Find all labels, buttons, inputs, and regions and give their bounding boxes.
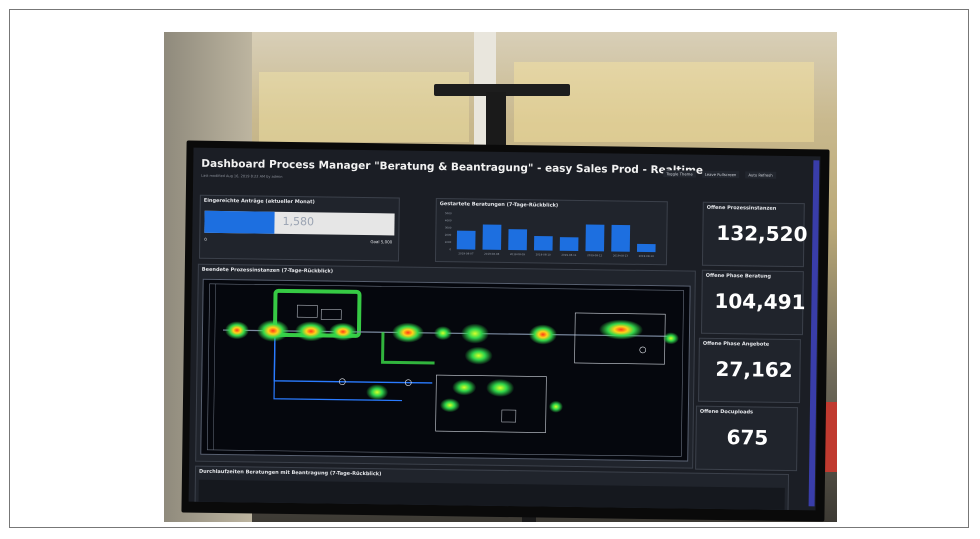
header-controls: Toggle Theme Leave Fullscreen Auto Refre… <box>663 170 776 179</box>
gestartete-title: Gestartete Beratungen (7-Tage-Rückblick) <box>439 201 559 209</box>
bar <box>611 224 631 252</box>
stat-label: Offene Docuploads <box>699 408 754 416</box>
auto-refresh-button[interactable]: Auto Refresh <box>745 171 776 179</box>
stat-value: 27,162 <box>715 356 793 383</box>
y-tick-label: 3000 <box>445 226 452 230</box>
scrollbar[interactable] <box>808 160 820 507</box>
leave-fullscreen-button[interactable]: Leave Fullscreen <box>701 170 740 179</box>
y-tick-label: 5000 <box>445 211 452 215</box>
gestartete-bar-chart: 0 1000 2000 3000 4000 5000 2019-08-07 2019-08-0… <box>445 211 656 258</box>
durchlauf-chart <box>198 479 785 510</box>
stat-offene-docuploads: Offene Docuploads 675 <box>695 405 798 472</box>
stat-label: Offene Prozessinstanzen <box>706 204 777 212</box>
stat-value: 675 <box>726 425 769 450</box>
goal-gauge-fill <box>204 210 275 234</box>
window-light <box>259 72 469 142</box>
durchlauf-title: Durchlaufzeiten Beratungen mit Beantragu… <box>198 468 382 478</box>
image-frame: rt. ıa Dashboard Process Manager "Beratu… <box>9 9 969 528</box>
goal-gauge-value: 1,580 <box>282 214 315 229</box>
x-tick-label: 2019-08-10 <box>536 252 551 256</box>
y-tick-label: 1000 <box>445 240 452 244</box>
x-tick-label: 2019-08-12 <box>587 253 602 257</box>
bar <box>559 237 579 252</box>
x-tick-label: 2019-08-11 <box>561 253 576 257</box>
x-tick-label: 2019-08-13 <box>613 253 628 257</box>
stat-label: Offene Phase Beratung <box>705 272 772 280</box>
x-tick-label: 2019-08-08 <box>484 252 499 256</box>
y-tick-label: 2000 <box>445 233 452 237</box>
stat-value: 132,520 <box>716 220 808 247</box>
gestartete-panel: Gestartete Beratungen (7-Tage-Rückblick)… <box>434 198 668 266</box>
window-light-right <box>514 62 814 142</box>
stat-offene-phase-beratung: Offene Phase Beratung 104,491 <box>700 269 806 336</box>
y-tick-label: 4000 <box>445 218 452 222</box>
goal-gauge-goal: Goal 5,000 <box>370 239 393 245</box>
stat-value: 104,491 <box>714 288 806 315</box>
process-heatmap <box>200 278 691 462</box>
dashboard-subtitle: Last modified Aug 16, 2019 8:22 AM by ad… <box>201 173 283 179</box>
tv-monitor: Dashboard Process Manager "Beratung & Be… <box>181 140 830 522</box>
x-tick-label: 2019-08-07 <box>458 251 473 255</box>
bar <box>482 224 502 250</box>
beendete-panel: Beendete Prozessinstanzen (7-Tage-Rückbl… <box>195 263 696 469</box>
bar <box>508 229 528 251</box>
dashboard-screen: Dashboard Process Manager "Beratung & Be… <box>188 147 821 511</box>
beendete-title: Beendete Prozessinstanzen (7-Tage-Rückbl… <box>201 266 334 275</box>
goal-gauge-min: 0 <box>204 236 207 242</box>
eingereichte-panel: Eingereichte Anträge (aktueller Monat) 1… <box>198 194 400 262</box>
toggle-theme-button[interactable]: Toggle Theme <box>663 170 696 178</box>
bar <box>636 243 656 253</box>
eingereichte-title: Eingereichte Anträge (aktueller Monat) <box>203 197 315 206</box>
stat-offene-phase-angebote: Offene Phase Angebote 27,162 <box>698 337 801 404</box>
bar <box>585 224 605 252</box>
bar <box>533 235 553 251</box>
bar <box>456 230 476 250</box>
stat-offene-prozessinstanzen: Offene Prozessinstanzen 132,520 <box>701 201 808 268</box>
x-tick-label: 2019-08-09 <box>510 252 525 256</box>
x-tick-label: 2019-08-14 <box>639 254 654 258</box>
photo: rt. ıa Dashboard Process Manager "Beratu… <box>164 32 837 522</box>
process-heatmap-graphic <box>207 283 684 457</box>
durchlauf-panel: Durchlaufzeiten Beratungen mit Beantragu… <box>194 465 790 511</box>
monitor-stand-pole <box>486 92 506 152</box>
stat-label: Offene Phase Angebote <box>702 340 770 348</box>
goal-gauge: 1,580 <box>204 210 395 236</box>
y-tick-label: 0 <box>449 247 451 251</box>
